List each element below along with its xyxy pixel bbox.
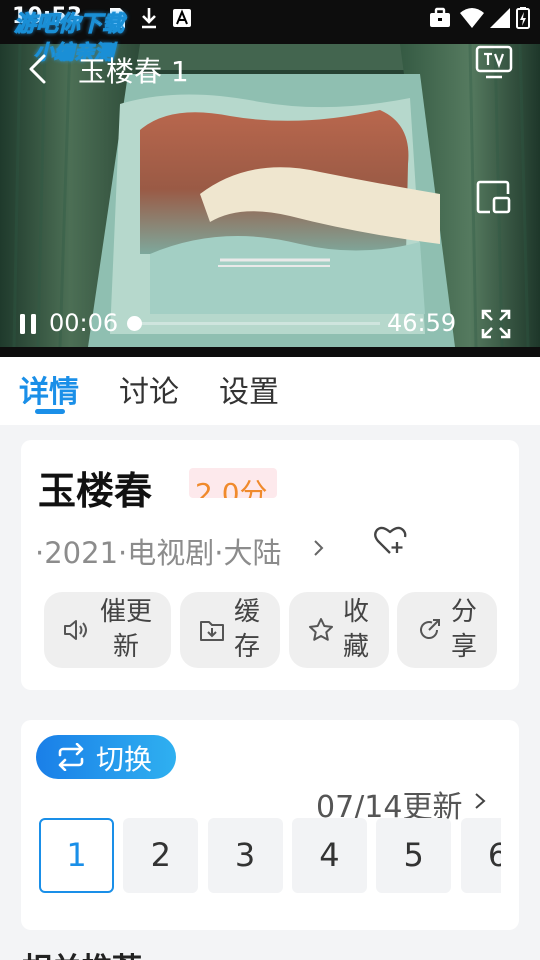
chevron-right-icon[interactable]: [473, 790, 487, 812]
show-meta-link[interactable]: ·2021·电视剧·大陆: [35, 530, 281, 572]
episode-button-3[interactable]: 3: [207, 818, 283, 893]
show-title: 玉楼春: [38, 469, 153, 513]
related-section-title: 相关推荐: [22, 944, 142, 960]
app-notification-icon: [173, 9, 191, 27]
episode-button-6[interactable]: 6: [460, 818, 501, 893]
switch-arrows-icon: [58, 743, 84, 771]
heart-add-icon[interactable]: [372, 523, 408, 557]
share-label: 分享: [450, 597, 477, 662]
tab-settings[interactable]: 设置: [219, 367, 279, 411]
work-profile-icon: [430, 7, 450, 27]
speaker-icon: [64, 620, 87, 640]
download-folder-icon: [200, 621, 224, 641]
picture-in-picture-icon[interactable]: [474, 178, 512, 216]
collect-label: 收藏: [342, 597, 369, 662]
wifi-icon: [460, 8, 484, 28]
star-icon: [309, 618, 333, 641]
tv-cast-icon[interactable]: [474, 44, 514, 80]
info-card: 玉楼春 2.0分 ·2021·电视剧·大陆 催更新 缓存 收藏 分享: [21, 440, 519, 690]
chevron-right-icon[interactable]: [311, 538, 325, 558]
cache-button[interactable]: 缓存: [180, 592, 280, 668]
score-badge: 2.0分: [189, 468, 277, 498]
watermark-line1: 游吧你下载: [13, 12, 125, 38]
share-icon: [420, 619, 440, 639]
episode-button-1[interactable]: 1: [39, 818, 114, 893]
share-button[interactable]: 分享: [397, 592, 497, 668]
back-arrow-icon[interactable]: [24, 52, 54, 86]
current-time: 00:06: [49, 309, 119, 337]
urge-update-button[interactable]: 催更新: [44, 592, 171, 668]
episode-list[interactable]: 123456: [39, 818, 501, 894]
video-title: 玉楼春 1: [78, 55, 189, 88]
episode-button-4[interactable]: 4: [291, 818, 367, 893]
episode-button-5[interactable]: 5: [376, 818, 452, 893]
switch-source-button[interactable]: 切换: [36, 735, 176, 779]
tab-discussion[interactable]: 讨论: [119, 367, 179, 411]
battery-charging-icon: [516, 7, 530, 29]
collect-button[interactable]: 收藏: [289, 592, 389, 668]
signal-icon: [490, 8, 510, 28]
cache-label: 缓存: [233, 597, 260, 662]
video-player[interactable]: 10:53 游吧你下载 小编亲测 玉楼春 1 00:06 46:59: [0, 0, 540, 357]
progress-thumb[interactable]: [126, 316, 142, 331]
score-text: 2.0分: [195, 477, 268, 498]
tab-bar: 详情 讨论 设置: [0, 357, 540, 425]
episode-card: 切换 07/14更新 123456: [21, 720, 519, 930]
episode-button-2[interactable]: 2: [123, 818, 199, 893]
total-time: 46:59: [387, 309, 457, 337]
urge-update-label: 催更新: [99, 597, 152, 662]
progress-bar[interactable]: [126, 316, 380, 331]
tab-indicator: [35, 409, 65, 414]
pause-icon[interactable]: [16, 311, 40, 337]
switch-label: 切换: [96, 743, 153, 776]
tab-details[interactable]: 详情: [19, 367, 79, 411]
fullscreen-icon[interactable]: [480, 308, 512, 340]
